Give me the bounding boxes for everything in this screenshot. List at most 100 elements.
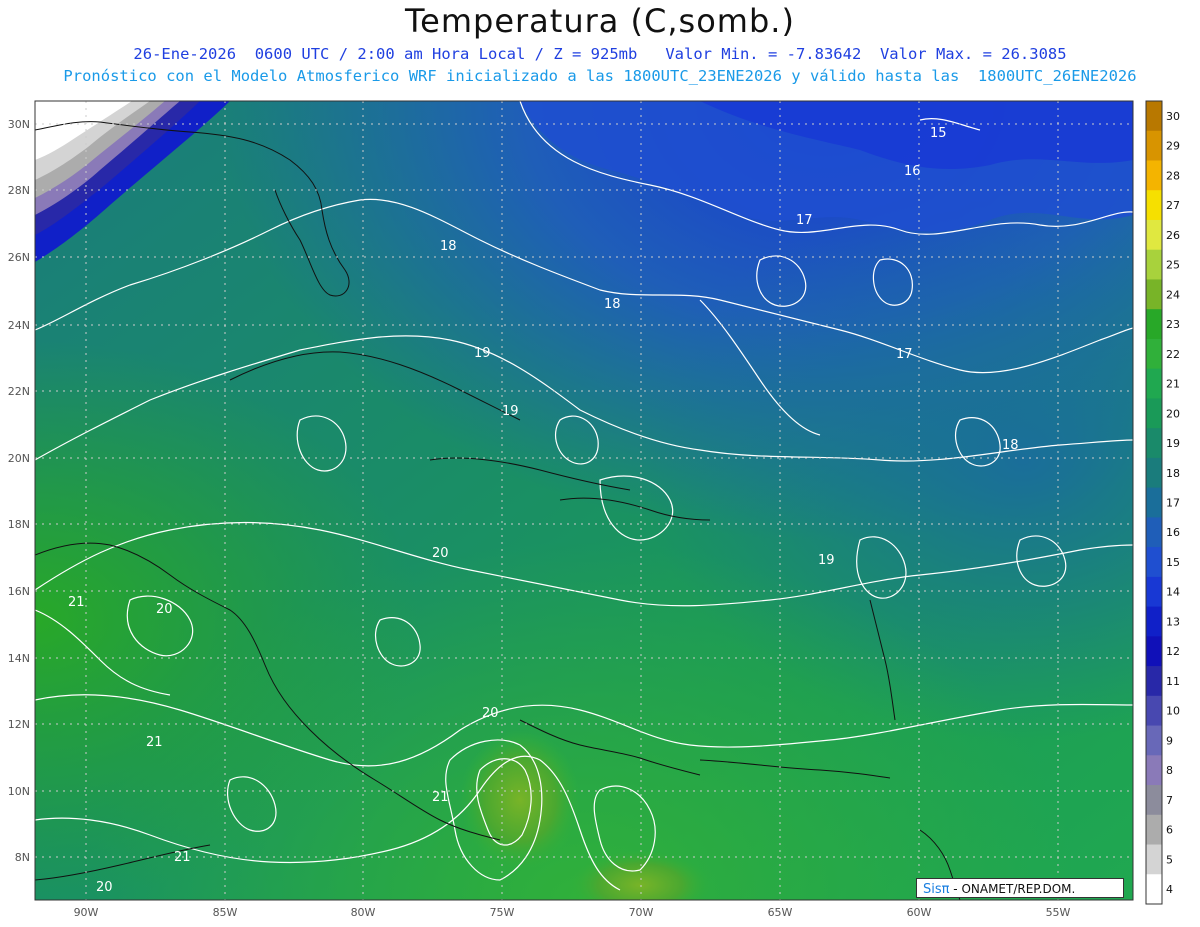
colorbar-swatch: [1146, 606, 1162, 637]
sispi-logo: Sisπ: [923, 882, 950, 897]
colorbar-swatch: [1146, 338, 1162, 370]
contour-label: 18: [604, 297, 621, 312]
colorbar-swatch: [1146, 101, 1162, 132]
colorbar-swatch: [1146, 160, 1162, 191]
lon-label: 75W: [490, 906, 515, 919]
colorbar-label: 25: [1166, 259, 1180, 272]
colorbar-label: 14: [1166, 586, 1180, 599]
colorbar-label: 5: [1166, 853, 1173, 866]
colorbar-label: 9: [1166, 734, 1173, 747]
lat-label: 28N: [8, 184, 30, 197]
colorbar-swatch: [1146, 785, 1162, 816]
lon-label: 70W: [629, 906, 654, 919]
contour-label: 21: [146, 735, 163, 750]
lon-label: 60W: [907, 906, 932, 919]
lat-label: 24N: [8, 319, 30, 332]
colorbar-swatch: [1146, 517, 1162, 548]
colorbar-label: 19: [1166, 437, 1180, 450]
latitude-labels: 30N 28N 26N 24N 22N 20N 18N 16N 14N 12N …: [8, 118, 30, 864]
colorbar-label: 7: [1166, 794, 1173, 807]
lat-label: 8N: [15, 851, 30, 864]
lat-label: 10N: [8, 785, 30, 798]
contour-label: 20: [432, 546, 449, 561]
colorbar-label: 11: [1166, 675, 1180, 688]
lat-label: 14N: [8, 652, 30, 665]
colorbar-swatch: [1146, 398, 1162, 429]
colorbar-label: 16: [1166, 526, 1180, 539]
contour-label: 20: [96, 880, 113, 895]
contour-label: 18: [440, 239, 457, 254]
colorbar-label: 23: [1166, 318, 1180, 331]
colorbar-label: 24: [1166, 288, 1180, 301]
colorbar-label: 12: [1166, 645, 1180, 658]
colorbar-swatch: [1146, 130, 1162, 161]
lon-label: 65W: [768, 906, 793, 919]
contour-label: 21: [174, 850, 191, 865]
colorbar-label: 13: [1166, 615, 1180, 628]
colorbar-swatch: [1146, 755, 1162, 786]
colorbar-label: 26: [1166, 229, 1180, 242]
lat-label: 22N: [8, 385, 30, 398]
colorbar: 30 29 28 27 26 25 24 23 22 21 20 19 18 17 16 15 14 13 12 11…: [1145, 100, 1180, 905]
shaded-field: [35, 101, 1133, 900]
contour-label: 16: [904, 164, 921, 179]
colorbar-swatch: [1146, 725, 1162, 756]
lat-label: 18N: [8, 518, 30, 531]
contour-label: 15: [930, 126, 947, 141]
contour-label: 19: [474, 346, 491, 361]
colorbar-label: 10: [1166, 705, 1180, 718]
colorbar-label: 15: [1166, 556, 1180, 569]
colorbar-swatch: [1146, 428, 1162, 459]
lat-label: 26N: [8, 251, 30, 264]
colorbar-label: 8: [1166, 764, 1173, 777]
temperature-map: 30N 28N 26N 24N 22N 20N 18N 16N 14N 12N …: [8, 100, 1180, 919]
colorbar-swatch: [1146, 368, 1162, 399]
lat-label: 30N: [8, 118, 30, 131]
colorbar-swatch: [1146, 249, 1162, 280]
contour-label: 21: [432, 790, 449, 805]
colorbar-label: 28: [1166, 169, 1180, 182]
contour-label: 20: [156, 602, 173, 617]
colorbar-swatch: [1146, 219, 1162, 251]
colorbar-swatch: [1146, 874, 1162, 905]
lon-label: 90W: [74, 906, 99, 919]
colorbar-swatch: [1146, 666, 1162, 697]
contour-label: 19: [502, 404, 519, 419]
lon-label: 85W: [213, 906, 238, 919]
contour-label: 19: [818, 553, 835, 568]
colorbar-swatch: [1146, 487, 1162, 518]
colorbar-label: 20: [1166, 407, 1180, 420]
lon-label: 55W: [1046, 906, 1071, 919]
colorbar-swatch: [1146, 814, 1162, 846]
colorbar-label: 6: [1166, 824, 1173, 837]
credit-text: - ONAMET/REP.DOM.: [953, 882, 1076, 896]
colorbar-swatch: [1146, 844, 1162, 875]
lat-label: 20N: [8, 452, 30, 465]
colorbar-label: 30: [1166, 110, 1180, 123]
contour-label: 17: [896, 347, 913, 362]
contour-label: 18: [1002, 438, 1019, 453]
colorbar-swatch: [1146, 636, 1162, 667]
colorbar-swatch: [1146, 190, 1162, 221]
contour-label: 20: [482, 706, 499, 721]
colorbar-swatch: [1146, 576, 1162, 608]
lat-label: 12N: [8, 718, 30, 731]
colorbar-label: 22: [1166, 348, 1180, 361]
colorbar-label: 17: [1166, 497, 1180, 510]
colorbar-label: 4: [1166, 883, 1173, 896]
colorbar-label: 21: [1166, 378, 1180, 391]
colorbar-swatch: [1146, 457, 1162, 489]
colorbar-swatch: [1146, 279, 1162, 310]
lon-label: 80W: [351, 906, 376, 919]
contour-label: 17: [796, 213, 813, 228]
contour-label: 21: [68, 595, 85, 610]
lat-label: 16N: [8, 585, 30, 598]
credit-logo: Sisπ - ONAMET/REP.DOM.: [916, 878, 1124, 898]
colorbar-swatch: [1146, 309, 1162, 340]
colorbar-label: 29: [1166, 140, 1180, 153]
longitude-labels: 90W 85W 80W 75W 70W 65W 60W 55W: [74, 906, 1071, 919]
colorbar-label: 18: [1166, 467, 1180, 480]
colorbar-label: 27: [1166, 199, 1180, 212]
colorbar-swatch: [1146, 695, 1162, 727]
colorbar-swatch: [1146, 547, 1162, 578]
